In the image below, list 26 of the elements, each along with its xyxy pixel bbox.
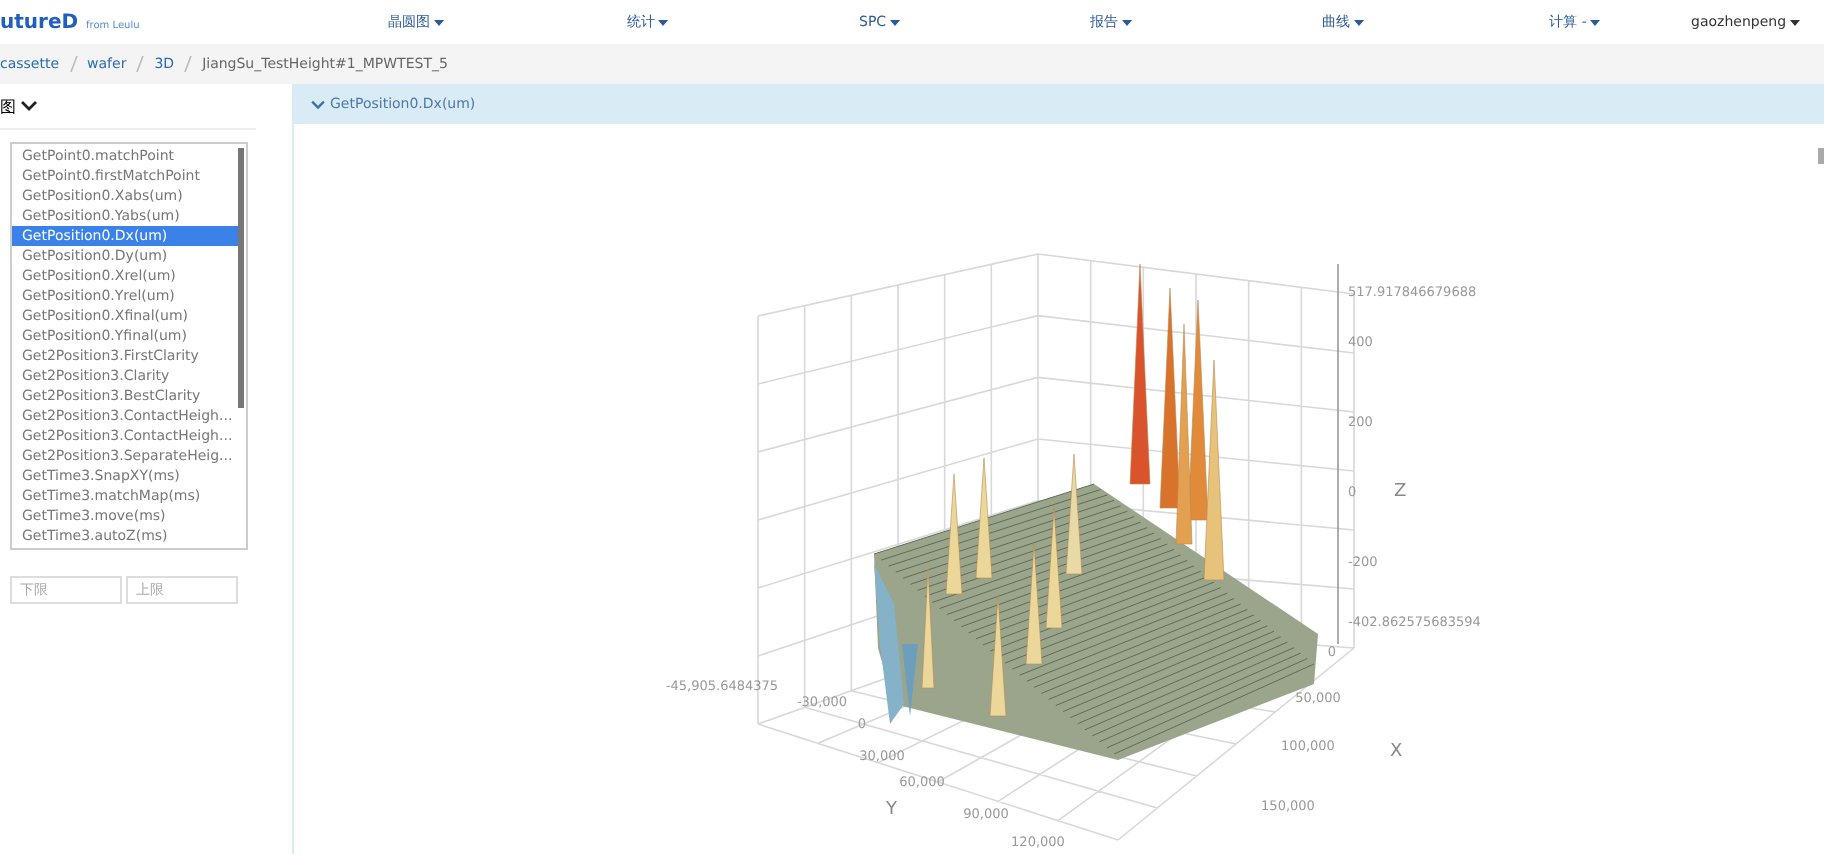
caret-icon: [658, 19, 669, 26]
breadcrumb-separator-icon: [184, 56, 193, 72]
caret-icon: [1354, 19, 1365, 26]
caret-icon: [1122, 19, 1133, 26]
caret-icon: [1790, 19, 1801, 26]
breadcrumb-separator-icon: [136, 56, 145, 72]
z-axis-label: Z: [1394, 482, 1407, 502]
surface-peak: [1045, 507, 1063, 629]
caret-icon: [890, 19, 901, 26]
parameter-listbox[interactable]: [10, 142, 248, 550]
y-axis-label: Y: [886, 800, 897, 820]
chevron-down-icon: [310, 99, 326, 109]
surface-peak: [1065, 453, 1083, 575]
surface-peak: [975, 457, 993, 579]
scrollbar[interactable]: [238, 148, 244, 408]
surface-peak: [989, 595, 1007, 717]
surface-peak: [945, 473, 963, 595]
sidebar-title[interactable]: 图: [0, 95, 16, 117]
logo-text[interactable]: utureD: [0, 11, 79, 33]
surface-peak: [1025, 543, 1043, 665]
surface-peak: [921, 567, 935, 689]
caret-icon: [433, 19, 444, 26]
chevron-down-icon[interactable]: [20, 100, 38, 112]
breadcrumb-separator-icon: [69, 56, 78, 72]
x-axis-label: X: [1390, 742, 1403, 762]
caret-icon: [1590, 19, 1601, 26]
